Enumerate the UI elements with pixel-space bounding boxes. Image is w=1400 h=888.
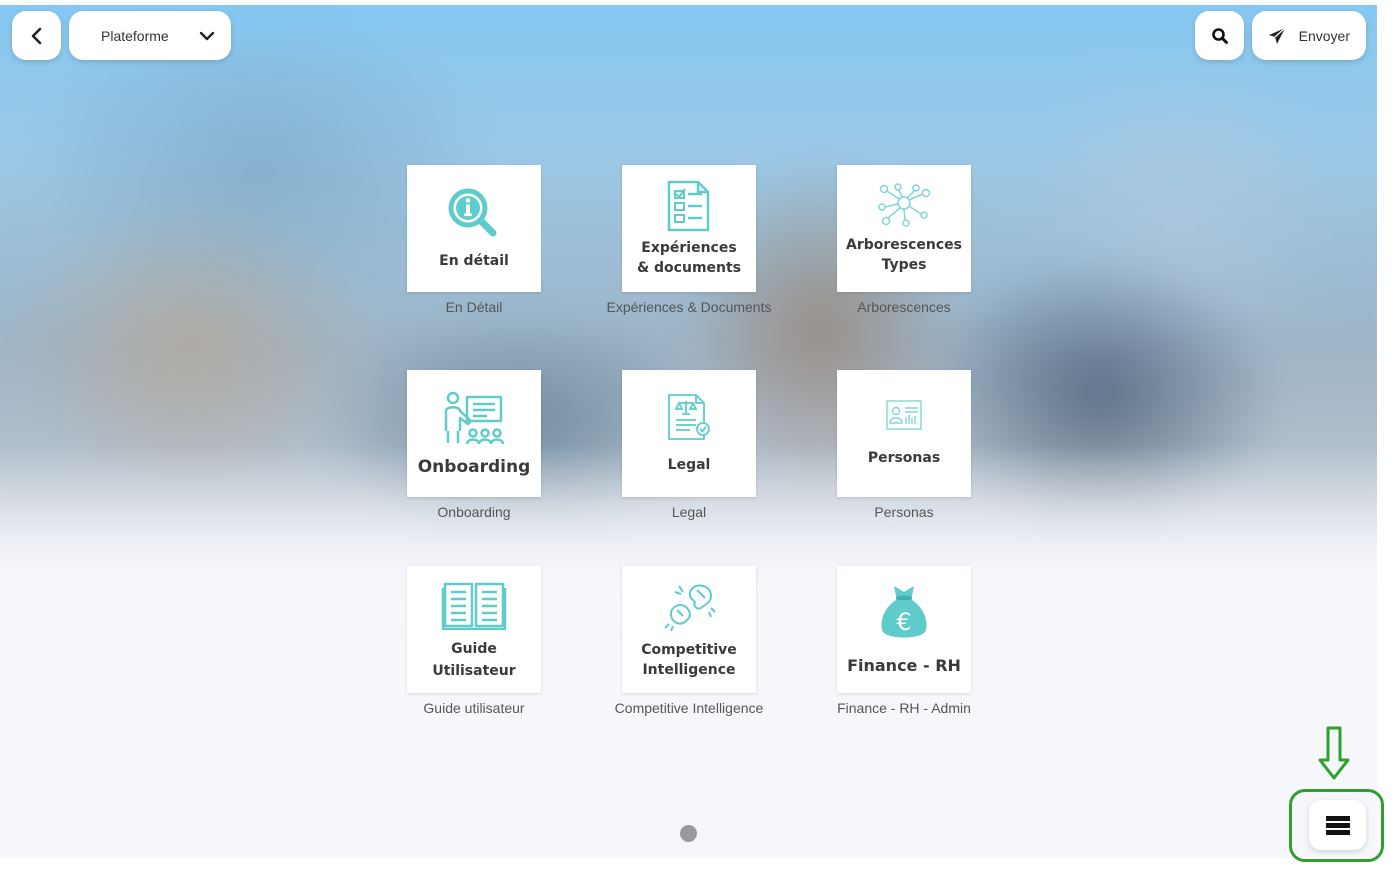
tile-title: Finance - RH	[847, 655, 961, 675]
network-tree-icon	[876, 182, 932, 227]
tile-caption: Personas	[874, 504, 934, 520]
platform-dropdown-label: Plateforme	[101, 27, 169, 44]
pagination-dot-active[interactable]	[680, 825, 697, 842]
paper-plane-icon	[1268, 27, 1286, 45]
tile-title: Competitive Intelligence	[641, 641, 737, 678]
chevron-down-icon	[199, 30, 215, 42]
boxing-gloves-icon	[661, 580, 717, 632]
tile-caption: Onboarding	[437, 504, 511, 520]
legal-document-icon	[666, 393, 712, 443]
tile-caption: Competitive Intelligence	[614, 700, 764, 716]
open-book-icon	[441, 578, 507, 630]
svg-text:€: €	[896, 608, 911, 636]
annotation-highlight-box	[1289, 789, 1384, 862]
search-button[interactable]	[1195, 11, 1244, 60]
tile-title: Arborescences Types	[846, 236, 962, 273]
tile-title: Personas	[867, 449, 941, 466]
launcher-stage: Plateforme Envoyer En détail En Détail E…	[0, 5, 1377, 858]
tile-title: Onboarding	[417, 456, 531, 477]
tile-caption: En Détail	[445, 299, 503, 315]
tile-caption: Arborescences	[857, 299, 951, 315]
tile-title: Guide Utilisateur	[432, 640, 516, 679]
tile-title: Expériences & documents	[636, 239, 742, 276]
tile-en-detail[interactable]: En détail	[407, 165, 541, 292]
magnifier-info-icon	[446, 187, 502, 239]
tile-personas[interactable]: Personas	[837, 370, 971, 497]
tile-onboarding[interactable]: Onboarding	[407, 370, 541, 497]
tile-arborescences-types[interactable]: Arborescences Types	[837, 165, 971, 292]
tile-finance-rh[interactable]: € Finance - RH	[837, 566, 971, 693]
chevron-left-icon	[30, 27, 44, 45]
tile-caption: Legal	[671, 504, 707, 520]
send-button[interactable]: Envoyer	[1252, 11, 1366, 60]
platform-dropdown[interactable]: Plateforme	[69, 11, 231, 60]
tile-competitive-intelligence[interactable]: Competitive Intelligence	[622, 566, 756, 693]
money-bag-euro-icon: €	[878, 584, 930, 644]
tile-legal[interactable]: Legal	[622, 370, 756, 497]
tile-caption: Guide utilisateur	[423, 700, 525, 716]
tile-caption: Finance - RH - Admin	[837, 700, 971, 716]
presenter-board-icon	[441, 391, 507, 447]
annotation-arrow-down-icon	[1318, 726, 1350, 784]
search-icon	[1211, 27, 1229, 45]
id-card-icon	[886, 399, 922, 430]
back-button[interactable]	[12, 11, 61, 60]
tile-title: Legal	[667, 456, 711, 473]
tile-caption: Expériences & Documents	[606, 299, 772, 315]
send-button-label: Envoyer	[1298, 27, 1350, 44]
tile-guide-utilisateur[interactable]: Guide Utilisateur	[407, 566, 541, 693]
checklist-document-icon	[666, 180, 712, 232]
tile-experiences-documents[interactable]: Expériences & documents	[622, 165, 756, 292]
tile-title: En détail	[439, 252, 509, 269]
